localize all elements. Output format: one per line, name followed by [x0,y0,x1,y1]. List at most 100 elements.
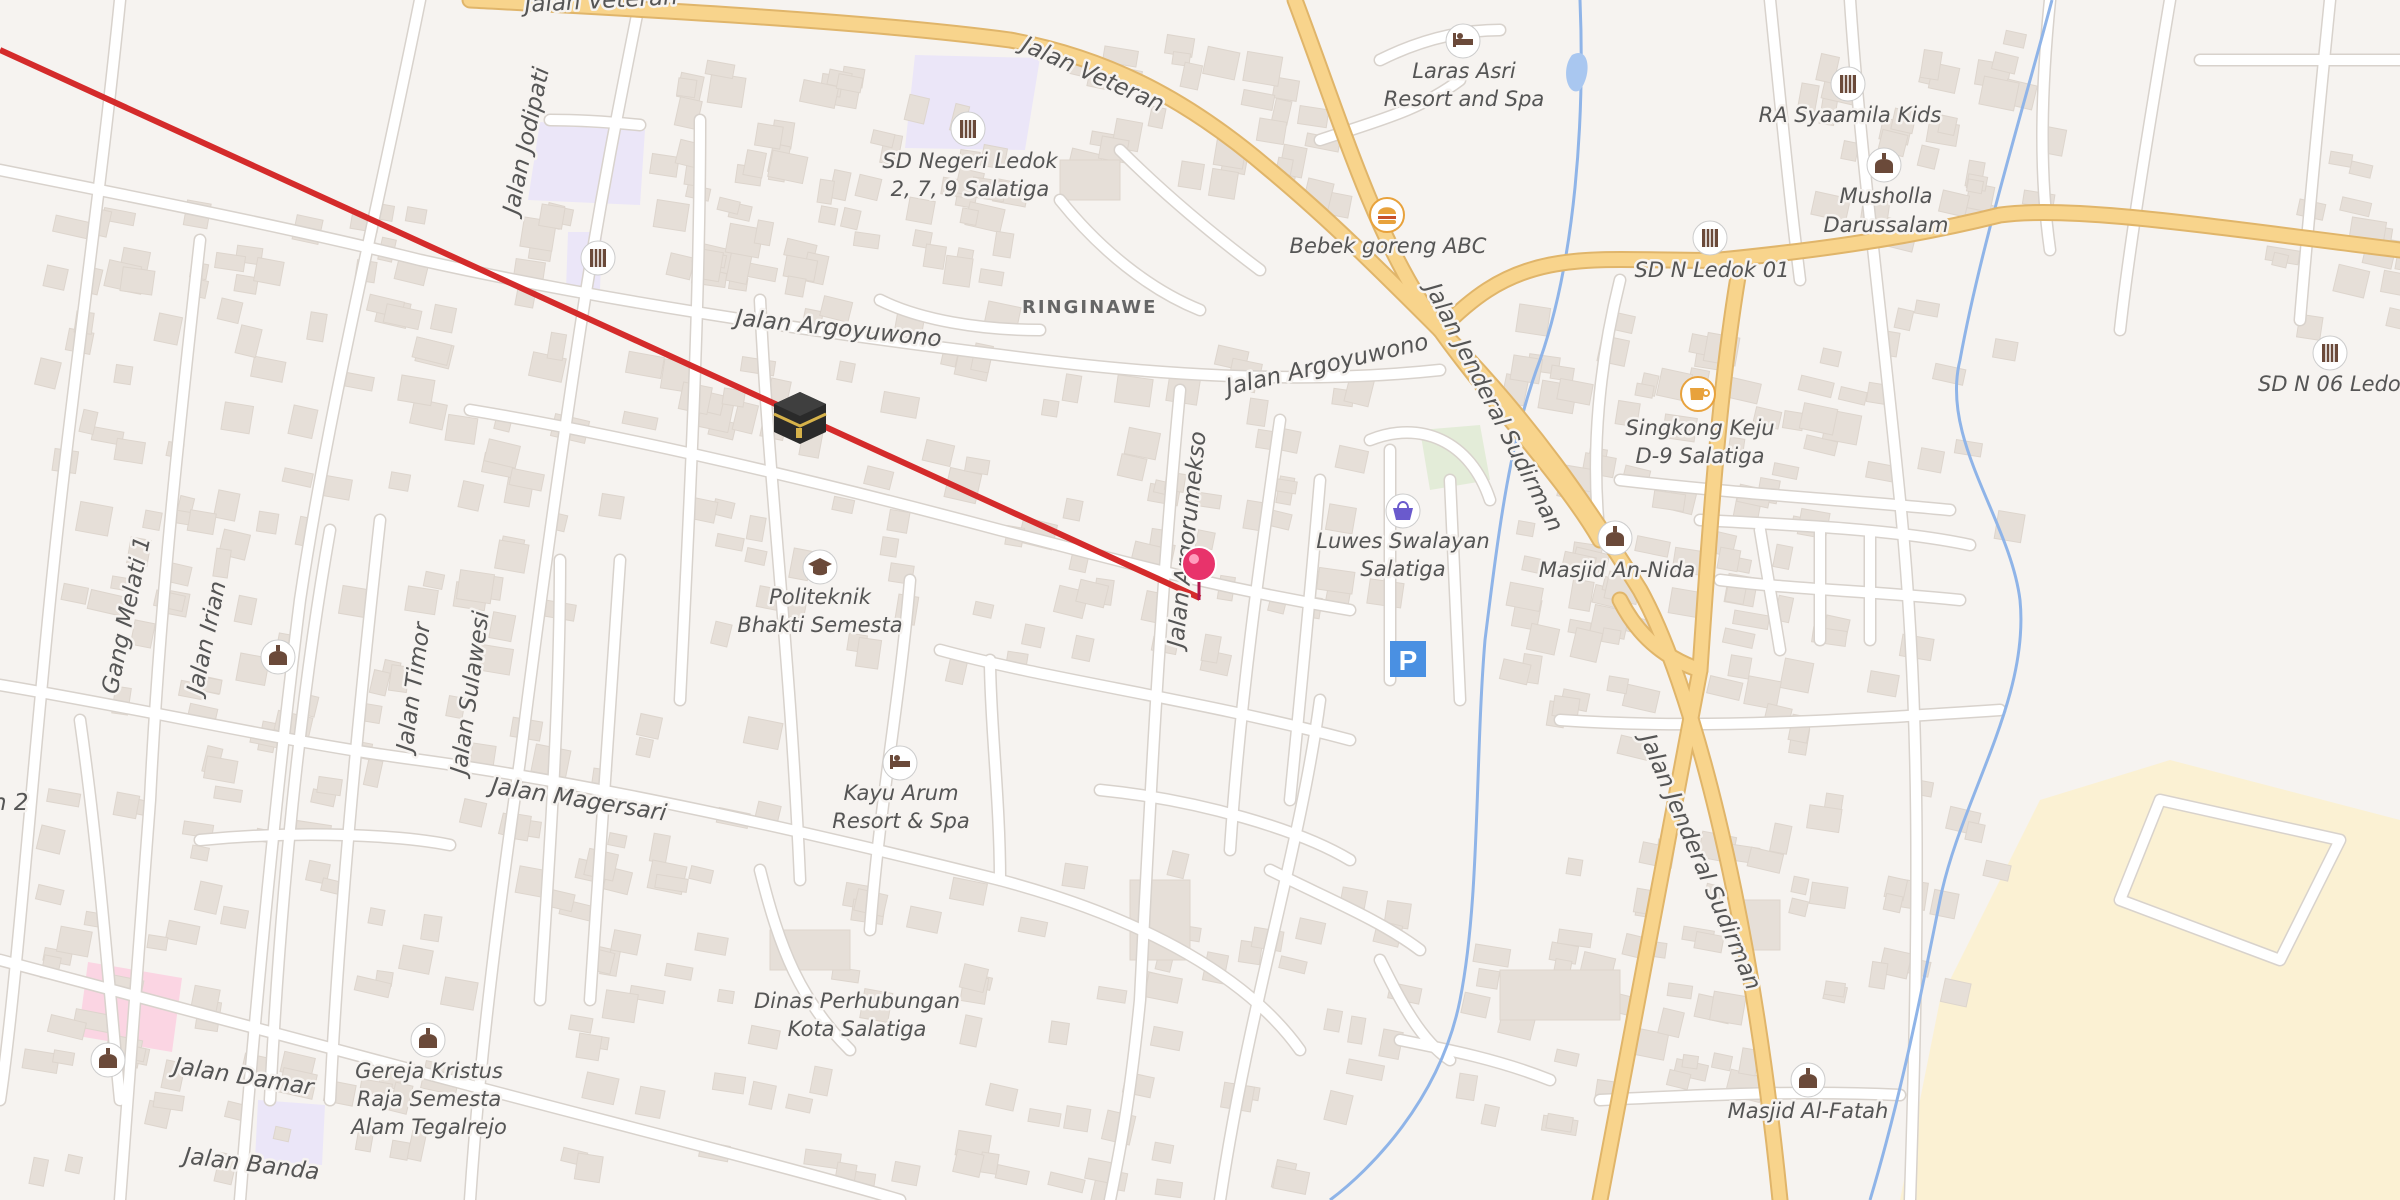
poi-label: Luwes Swalayan [1316,529,1489,553]
parking-letter: P [1399,645,1418,676]
building [1866,670,1900,698]
building [886,508,911,534]
mosque-icon[interactable] [1597,520,1633,556]
school-icon[interactable] [580,240,616,276]
building [46,788,82,808]
mosque-icon[interactable] [260,639,296,675]
building [404,585,439,616]
building [1721,627,1756,650]
building [220,905,250,929]
building [1480,1103,1500,1128]
mosque-icon[interactable] [1790,1062,1826,1098]
building [1917,447,1946,474]
building [1166,849,1190,880]
building [836,360,856,383]
building [1345,1058,1386,1082]
building [831,495,856,515]
hotel-icon[interactable] [1445,23,1481,59]
building [1295,917,1327,945]
building [817,205,839,226]
building [252,256,285,287]
poi-label: Raja Semesta [357,1087,502,1111]
building [816,178,836,205]
building [306,311,328,343]
mosque-icon[interactable] [1866,147,1902,183]
building [458,798,488,828]
building [343,371,375,392]
building [1916,144,1940,170]
minor-road [545,115,645,130]
building [716,988,735,1005]
poi-label: Kayu Arum [843,781,958,805]
poi-label: D-9 Salatiga [1636,444,1765,468]
building [905,196,936,225]
building [28,1156,50,1187]
building [186,509,217,536]
building [710,620,733,648]
building [748,1080,777,1110]
building [193,880,223,915]
fastfood-icon[interactable] [1369,197,1405,233]
building [1515,520,1536,538]
building [234,324,263,359]
building [809,1065,833,1097]
building [494,539,530,574]
building [1771,462,1800,481]
minor-road [1225,415,1285,855]
building [1460,991,1491,1019]
poi-label: Musholla [1839,184,1932,208]
building [1177,160,1205,191]
building [879,536,900,558]
hotel-icon[interactable] [882,745,918,781]
mosque-icon[interactable] [90,1042,126,1078]
building [2379,269,2400,299]
parking-icon[interactable]: P [1390,641,1426,677]
building [985,1082,1019,1112]
building [457,480,485,512]
minor-road-casing [1053,193,1207,317]
building [216,297,244,325]
building [1347,1015,1367,1045]
school-icon[interactable] [950,111,986,147]
building [1806,804,1843,834]
building [1606,675,1630,695]
building [1681,1053,1700,1070]
church-icon[interactable] [410,1022,446,1058]
minor-road [2295,0,2335,325]
building [1071,634,1095,663]
building [972,600,995,619]
school-icon[interactable] [1692,220,1728,256]
school-icon[interactable] [1830,66,1866,102]
poi-label: SD N 06 Ledok [2258,372,2400,396]
building [1063,1105,1092,1133]
building [1040,398,1060,418]
building [1965,178,1985,195]
building [1315,566,1356,595]
poi-label: Salatiga [1360,557,1445,581]
university-icon[interactable] [802,549,838,585]
building [634,1085,666,1120]
map-canvas[interactable]: Jalan Veteran Jalan Veteran Jalan Jodipa… [0,0,2400,1200]
building [1893,307,1915,332]
building [1472,943,1512,968]
building [745,514,767,543]
building [2328,150,2354,168]
cafe-icon[interactable] [1680,376,1716,412]
building [716,196,741,215]
shop-icon[interactable] [1385,493,1421,529]
building [212,547,232,579]
poi-label: Singkong Keju [1625,416,1774,440]
building [607,832,628,849]
building [60,582,90,605]
building [1061,373,1083,404]
minor-road [985,655,1005,885]
building [652,199,690,233]
building [1768,822,1793,855]
poi-label: Gereja Kristus [355,1059,503,1083]
building [747,1024,781,1050]
building [367,907,386,927]
school-icon[interactable] [2312,335,2348,371]
building [1706,674,1744,701]
school-area [528,122,645,205]
building [1709,990,1747,1026]
